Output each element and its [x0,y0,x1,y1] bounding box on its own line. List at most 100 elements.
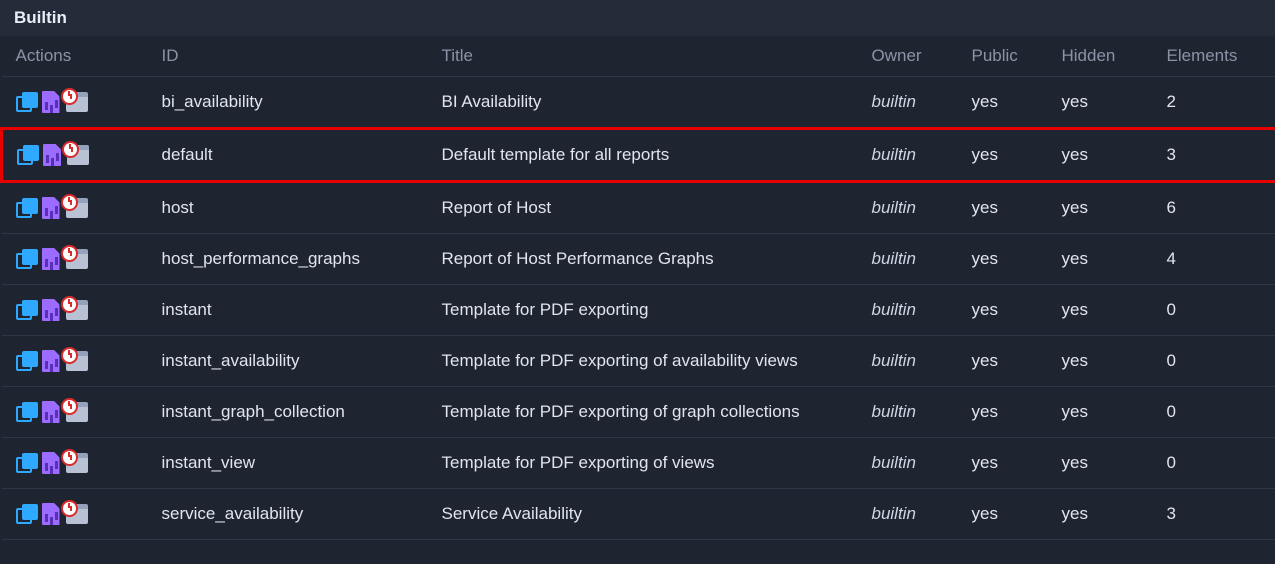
schedule-icon[interactable] [66,300,88,320]
col-id: ID [162,36,442,77]
cell-actions [2,77,162,129]
actions-group [16,350,148,372]
actions-group [16,299,148,321]
col-title: Title [442,36,872,77]
cell-hidden: yes [1062,129,1167,182]
copy-icon[interactable] [16,402,36,422]
cell-actions [2,285,162,336]
schedule-icon[interactable] [66,453,88,473]
cell-elements: 2 [1167,77,1275,129]
report-icon[interactable] [42,248,60,270]
cell-owner: builtin [872,336,972,387]
cell-public: yes [972,438,1062,489]
report-icon[interactable] [42,452,60,474]
report-icon[interactable] [42,503,60,525]
schedule-icon[interactable] [66,402,88,422]
copy-icon[interactable] [16,249,36,269]
cell-id: default [162,129,442,182]
copy-icon[interactable] [16,198,36,218]
cell-hidden: yes [1062,489,1167,540]
table-row: bi_availabilityBI Availabilitybuiltinyes… [2,77,1275,129]
cell-public: yes [972,489,1062,540]
copy-icon[interactable] [16,351,36,371]
schedule-icon[interactable] [66,504,88,524]
actions-group [16,248,148,270]
copy-icon[interactable] [16,504,36,524]
cell-owner: builtin [872,77,972,129]
col-actions: Actions [2,36,162,77]
report-icon[interactable] [42,299,60,321]
col-owner: Owner [872,36,972,77]
cell-elements: 0 [1167,336,1275,387]
schedule-icon[interactable] [66,198,88,218]
actions-group [16,452,148,474]
cell-owner: builtin [872,129,972,182]
cell-hidden: yes [1062,336,1167,387]
cell-actions [2,489,162,540]
copy-icon[interactable] [16,92,36,112]
cell-owner: builtin [872,387,972,438]
actions-group [16,91,148,113]
col-public: Public [972,36,1062,77]
report-icon[interactable] [43,144,61,166]
table-row: instant_availabilityTemplate for PDF exp… [2,336,1275,387]
report-icon[interactable] [42,401,60,423]
cell-actions [2,129,162,182]
actions-group [17,144,148,166]
section-header: Builtin [0,0,1275,36]
cell-hidden: yes [1062,438,1167,489]
cell-actions [2,438,162,489]
cell-public: yes [972,285,1062,336]
table-row: instant_graph_collectionTemplate for PDF… [2,387,1275,438]
table-row: instantTemplate for PDF exportingbuiltin… [2,285,1275,336]
table-row: hostReport of Hostbuiltinyesyes6 [2,182,1275,234]
reports-table: Actions ID Title Owner Public Hidden Ele… [0,36,1275,540]
table-row: service_availabilityService Availability… [2,489,1275,540]
report-icon[interactable] [42,197,60,219]
cell-actions [2,182,162,234]
cell-hidden: yes [1062,234,1167,285]
cell-public: yes [972,234,1062,285]
table-row: defaultDefault template for all reportsb… [2,129,1275,182]
cell-title: Report of Host Performance Graphs [442,234,872,285]
cell-public: yes [972,77,1062,129]
cell-actions [2,387,162,438]
cell-public: yes [972,387,1062,438]
cell-owner: builtin [872,438,972,489]
schedule-icon[interactable] [66,249,88,269]
cell-title: BI Availability [442,77,872,129]
table-row: host_performance_graphsReport of Host Pe… [2,234,1275,285]
cell-owner: builtin [872,182,972,234]
cell-id: host_performance_graphs [162,234,442,285]
schedule-icon[interactable] [66,351,88,371]
col-hidden: Hidden [1062,36,1167,77]
cell-elements: 3 [1167,489,1275,540]
cell-title: Service Availability [442,489,872,540]
cell-actions [2,234,162,285]
cell-elements: 0 [1167,285,1275,336]
cell-title: Template for PDF exporting of graph coll… [442,387,872,438]
cell-title: Template for PDF exporting [442,285,872,336]
cell-id: instant_view [162,438,442,489]
cell-actions [2,336,162,387]
report-icon[interactable] [42,91,60,113]
cell-title: Template for PDF exporting of availabili… [442,336,872,387]
copy-icon[interactable] [16,300,36,320]
cell-owner: builtin [872,285,972,336]
cell-id: instant_graph_collection [162,387,442,438]
schedule-icon[interactable] [67,145,89,165]
cell-hidden: yes [1062,387,1167,438]
report-icon[interactable] [42,350,60,372]
cell-id: instant [162,285,442,336]
copy-icon[interactable] [17,145,37,165]
cell-elements: 6 [1167,182,1275,234]
copy-icon[interactable] [16,453,36,473]
cell-id: host [162,182,442,234]
cell-owner: builtin [872,489,972,540]
actions-group [16,401,148,423]
cell-public: yes [972,182,1062,234]
cell-title: Default template for all reports [442,129,872,182]
schedule-icon[interactable] [66,92,88,112]
cell-public: yes [972,336,1062,387]
cell-id: service_availability [162,489,442,540]
